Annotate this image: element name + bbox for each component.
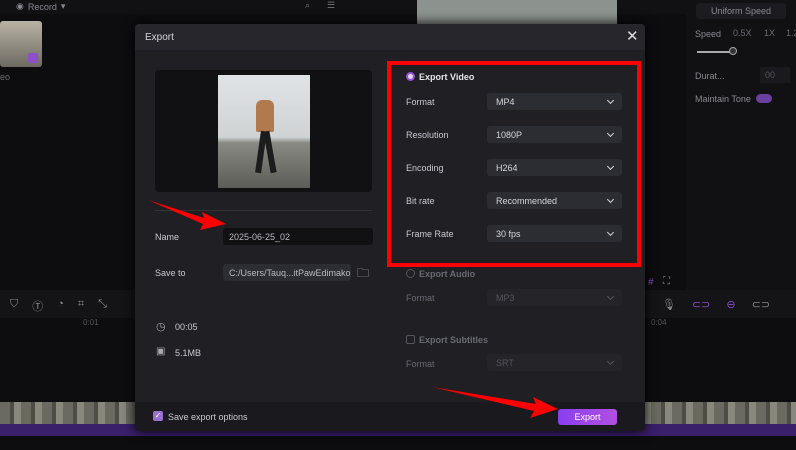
annotation-arrows xyxy=(148,200,558,418)
arrow-annotation xyxy=(432,387,558,418)
arrow-annotation xyxy=(148,200,226,230)
